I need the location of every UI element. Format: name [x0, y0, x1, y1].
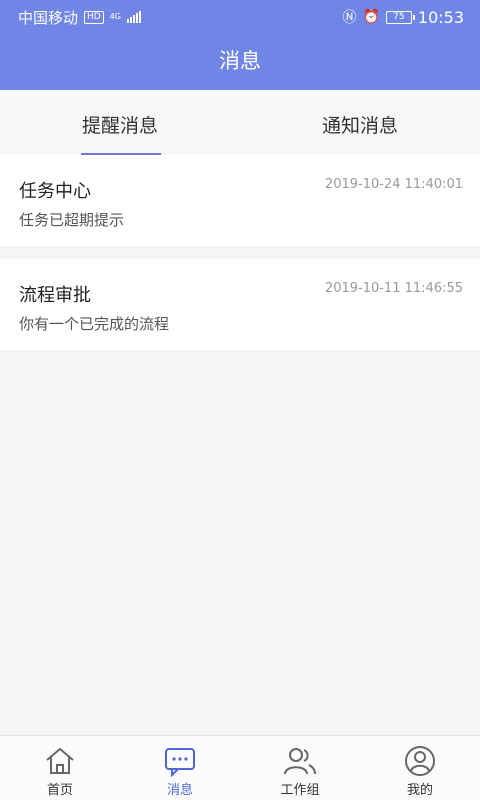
message-time: 2019-10-24 11:40:01 — [324, 177, 463, 192]
group-icon — [284, 748, 316, 775]
network-type: 4G — [109, 12, 122, 21]
nfc-icon: Ⓝ — [342, 10, 357, 26]
message-title: 任务中心 — [19, 181, 91, 202]
carrier-name: 中国移动 — [18, 8, 79, 27]
alarm-icon: ⏰ — [362, 9, 380, 25]
hd-badge: HD — [84, 10, 104, 24]
nav-label: 消息 — [166, 783, 193, 798]
tab-notifications[interactable]: 通知消息 — [240, 90, 480, 156]
message-subtitle: 任务已超期提示 — [19, 211, 125, 229]
nav-label: 工作组 — [280, 783, 320, 798]
bottom-nav: 首页 消息 工作组 我的 — [0, 735, 480, 800]
nav-workgroup[interactable]: 工作组 — [240, 736, 360, 800]
battery-icon: 75 — [385, 10, 415, 24]
clock: 10:53 — [417, 7, 464, 27]
message-tabs: 提醒消息 通知消息 — [0, 90, 480, 156]
page-title: 消息 — [0, 34, 480, 90]
list-item-task-center[interactable]: 任务中心 2019-10-24 11:40:01 任务已超期提示 — [0, 155, 480, 246]
status-bar: 中国移动 HD 4G Ⓝ ⏰ 75 10:53 — [0, 0, 480, 34]
status-right: Ⓝ ⏰ 75 10:53 — [342, 7, 464, 27]
nav-messages[interactable]: 消息 — [120, 736, 240, 800]
signal-icon — [127, 11, 142, 23]
nav-profile[interactable]: 我的 — [360, 736, 480, 800]
tab-reminders[interactable]: 提醒消息 — [0, 90, 240, 156]
nav-label: 我的 — [406, 783, 433, 798]
message-title: 流程审批 — [19, 285, 91, 306]
message-time: 2019-10-11 11:46:55 — [324, 281, 463, 296]
profile-icon — [405, 746, 435, 776]
message-icon — [165, 748, 195, 777]
home-icon — [46, 747, 74, 774]
list-item-process-approval[interactable]: 流程审批 2019-10-11 11:46:55 你有一个已完成的流程 — [0, 259, 480, 350]
nav-home[interactable]: 首页 — [0, 736, 120, 800]
nav-label: 首页 — [46, 783, 73, 798]
message-subtitle: 你有一个已完成的流程 — [19, 315, 170, 333]
status-left: 中国移动 HD 4G — [18, 7, 142, 28]
